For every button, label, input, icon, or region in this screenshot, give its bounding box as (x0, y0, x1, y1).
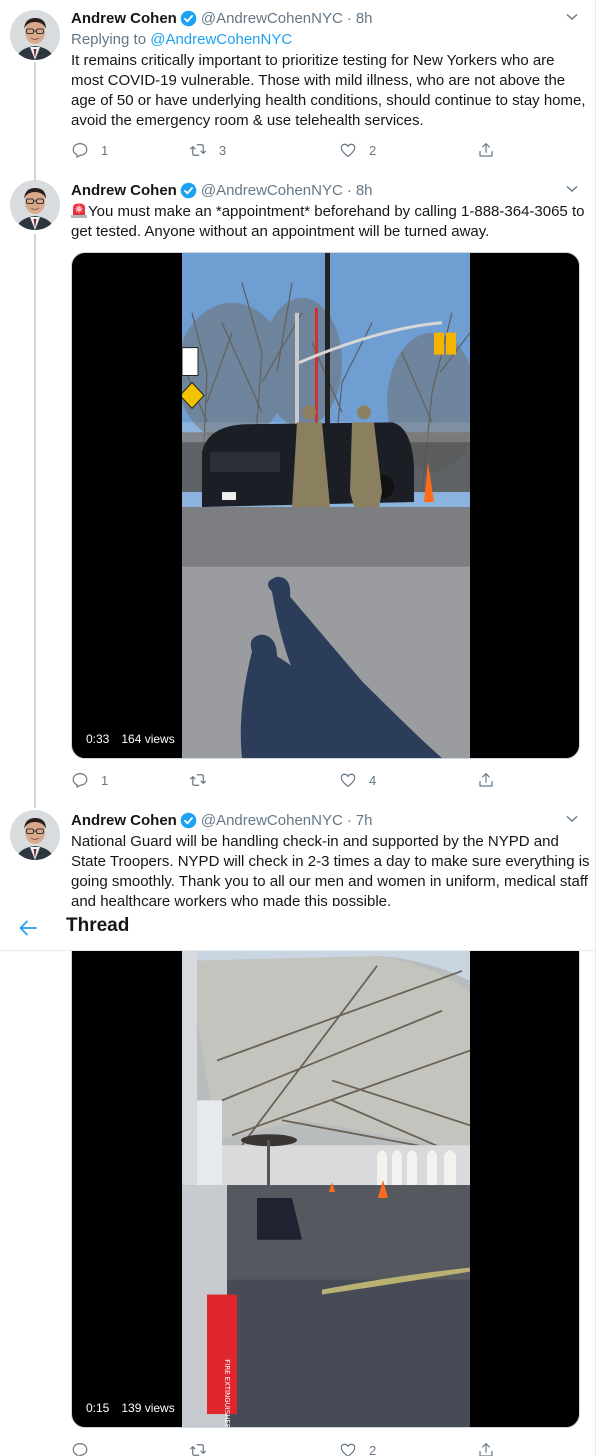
share-icon (479, 773, 493, 787)
share-icon (479, 1443, 493, 1456)
like-button[interactable]: 2 (339, 1440, 376, 1456)
timestamp[interactable]: 8h (356, 182, 373, 199)
avatar[interactable] (10, 180, 60, 230)
tweet-header: Andrew Cohen @AndrewCohenNYC · 8h (71, 8, 373, 28)
tweet-header: Andrew Cohen @AndrewCohenNYC · 7h (71, 810, 373, 830)
reply-button[interactable]: 1 (71, 770, 108, 790)
reply-count: 1 (101, 772, 109, 788)
more-options-chevron-icon[interactable] (564, 9, 580, 25)
video-player[interactable]: 0:33 164 views (71, 252, 580, 759)
tweet-actions: 1 3 2 (71, 140, 501, 160)
heart-icon (340, 1443, 356, 1456)
video-duration: 0:15 (86, 1401, 110, 1415)
heart-icon (340, 143, 356, 157)
like-button[interactable]: 2 (339, 140, 376, 160)
retweet-button[interactable]: 3 (189, 140, 226, 160)
replying-to-link[interactable]: @AndrewCohenNYC (150, 31, 292, 48)
more-options-chevron-icon[interactable] (564, 811, 580, 827)
thread-header-bar: Thread (0, 906, 595, 951)
verified-badge-icon (180, 182, 197, 199)
svg-text:FIRE EXTINGUISHER: FIRE EXTINGUISHER (223, 1359, 231, 1427)
replying-to: Replying to @AndrewCohenNYC (71, 31, 292, 48)
tweet[interactable]: Andrew Cohen @AndrewCohenNYC · 8h You mu… (0, 170, 595, 800)
reply-button[interactable] (71, 1440, 101, 1456)
like-count: 4 (369, 772, 377, 788)
reply-icon (72, 143, 88, 158)
separator-dot: · (346, 181, 352, 199)
reply-count: 1 (101, 142, 109, 158)
retweet-count: 3 (219, 142, 227, 158)
author-handle[interactable]: @AndrewCohenNYC (201, 812, 343, 829)
verified-badge-icon (180, 10, 197, 27)
author-name[interactable]: Andrew Cohen (71, 812, 177, 829)
retweet-button[interactable] (189, 770, 219, 790)
video-views: 139 views (121, 1401, 175, 1415)
retweet-icon (189, 144, 207, 156)
share-icon (479, 143, 493, 157)
video-duration: 0:33 (86, 732, 110, 746)
reply-icon (72, 773, 88, 788)
video-views: 164 views (121, 732, 175, 746)
thread-page: Andrew Cohen @AndrewCohenNYC · 8h Replyi… (0, 0, 599, 1456)
tweet-header: Andrew Cohen @AndrewCohenNYC · 8h (71, 180, 373, 200)
like-button[interactable]: 4 (339, 770, 376, 790)
tweet[interactable]: Andrew Cohen @AndrewCohenNYC · 8h Replyi… (0, 0, 595, 170)
video-thumbnail[interactable]: FIRE EXTINGUISHER (182, 951, 470, 1427)
replying-to-label: Replying to (71, 31, 151, 48)
author-handle[interactable]: @AndrewCohenNYC (201, 10, 343, 27)
tweet-actions: 1 4 (71, 770, 501, 790)
video-thumbnail[interactable] (182, 253, 470, 758)
author-name[interactable]: Andrew Cohen (71, 182, 177, 199)
video-meta: 0:15 139 views (86, 1401, 175, 1415)
back-button[interactable] (18, 918, 38, 938)
retweet-button[interactable] (189, 1440, 219, 1456)
video-meta: 0:33 164 views (86, 732, 175, 746)
column-border (595, 0, 596, 1456)
reply-icon (72, 1443, 88, 1456)
separator-dot: · (346, 811, 352, 829)
arrow-left-icon (19, 920, 37, 936)
more-options-chevron-icon[interactable] (564, 181, 580, 197)
tweet[interactable]: Andrew Cohen @AndrewCohenNYC · 7h Nation… (0, 800, 595, 1456)
heart-icon (340, 773, 356, 787)
reply-button[interactable]: 1 (71, 140, 108, 160)
tweet-text-body: You must make an *appointment* beforehan… (71, 203, 585, 240)
like-count: 2 (369, 1442, 377, 1456)
avatar[interactable] (10, 10, 60, 60)
author-handle[interactable]: @AndrewCohenNYC (201, 182, 343, 199)
tweet-text: It remains critically important to prior… (71, 52, 586, 129)
video-player[interactable]: FIRE EXTINGUISHER 0:15 139 views (71, 950, 580, 1428)
timestamp[interactable]: 7h (356, 812, 373, 829)
tweet-actions: 2 (71, 1440, 501, 1456)
share-button[interactable] (477, 1440, 495, 1456)
author-name[interactable]: Andrew Cohen (71, 10, 177, 27)
avatar[interactable] (10, 810, 60, 860)
rotating-light-emoji-icon (71, 203, 87, 218)
tweet-text: You must make an *appointment* beforehan… (71, 202, 591, 242)
like-count: 2 (369, 142, 377, 158)
timestamp[interactable]: 8h (356, 10, 373, 27)
separator-dot: · (346, 9, 352, 27)
retweet-icon (189, 774, 207, 786)
retweet-icon (189, 1444, 207, 1456)
verified-badge-icon (180, 812, 197, 829)
share-button[interactable] (477, 770, 495, 790)
page-title: Thread (66, 915, 130, 936)
share-button[interactable] (477, 140, 495, 160)
